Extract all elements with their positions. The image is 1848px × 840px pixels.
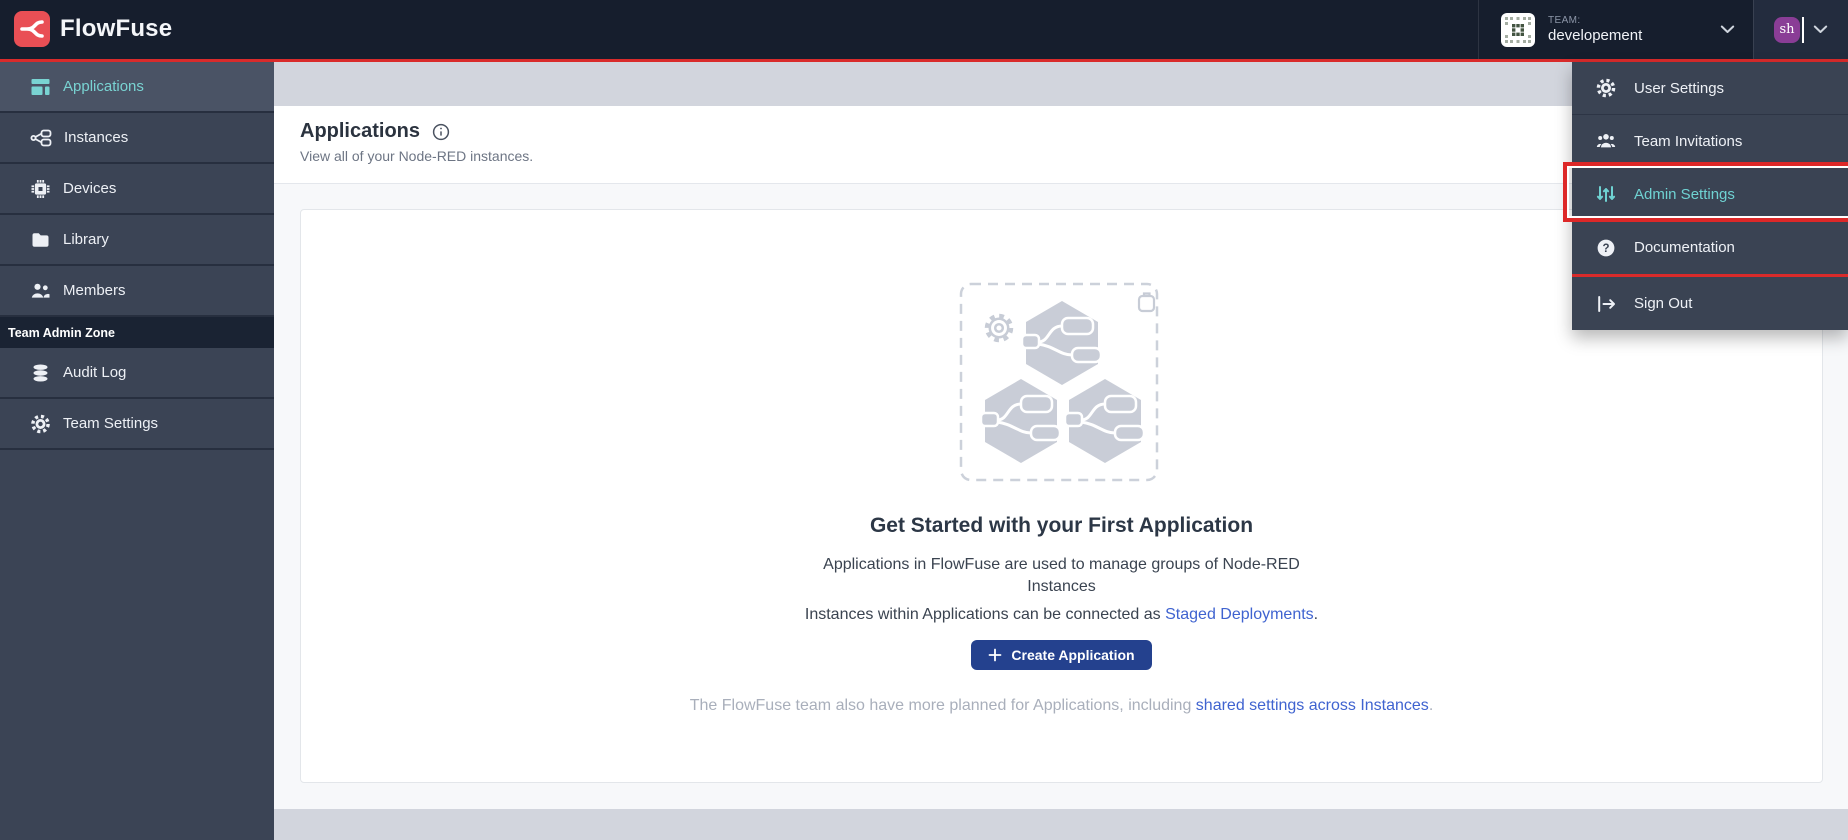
menu-item-team-invitations[interactable]: Team Invitations <box>1572 115 1848 168</box>
chip-icon <box>30 179 51 199</box>
menu-item-label: Admin Settings <box>1634 186 1735 203</box>
menu-item-label: Documentation <box>1634 239 1735 256</box>
sidebar-item-label: Instances <box>64 129 128 146</box>
app-root: FlowFuse <box>0 0 1848 840</box>
sidebar-item-applications[interactable]: Applications <box>0 62 274 113</box>
menu-item-user-settings[interactable]: User Settings <box>1572 62 1848 115</box>
user-dropdown-menu: User Settings Team Invitations <box>1572 62 1848 330</box>
template-icon <box>30 77 51 97</box>
gear-icon <box>30 414 51 434</box>
flowfuse-logo-icon <box>14 11 50 47</box>
menu-item-label: Team Invitations <box>1634 133 1742 150</box>
sidebar-item-label: Members <box>63 282 126 299</box>
page-title: Applications <box>300 120 420 143</box>
empty-state-footer: The FlowFuse team also have more planned… <box>301 697 1822 715</box>
team-name: developement <box>1548 27 1642 44</box>
brand-name: FlowFuse <box>60 15 172 43</box>
adjustments-icon <box>1596 184 1616 204</box>
question-circle-icon: ? <box>1596 238 1616 258</box>
brand-home-link[interactable]: FlowFuse <box>14 11 172 47</box>
chevron-down-icon <box>1720 25 1735 34</box>
team-label: TEAM: <box>1548 15 1642 27</box>
staged-deployments-link[interactable]: Staged Deployments <box>1165 606 1314 623</box>
sidebar-item-devices[interactable]: Devices <box>0 164 274 215</box>
sidebar-item-label: Team Settings <box>63 415 158 432</box>
menu-item-label: Sign Out <box>1634 295 1692 312</box>
shared-settings-link[interactable]: shared settings across Instances <box>1196 697 1429 714</box>
team-selector[interactable]: TEAM: developement <box>1478 0 1753 59</box>
folder-icon <box>30 230 51 250</box>
logout-icon <box>1596 294 1616 314</box>
empty-state-heading: Get Started with your First Application <box>301 514 1822 538</box>
plus-icon <box>988 648 1002 662</box>
menu-item-sign-out[interactable]: Sign Out <box>1572 277 1848 330</box>
chevron-down-icon <box>1813 25 1828 34</box>
menu-item-admin-settings[interactable]: Admin Settings <box>1572 168 1848 221</box>
sidebar-nav: Applications Instances <box>0 62 274 840</box>
text-caret <box>1802 17 1804 43</box>
flow-nodes-icon <box>30 128 52 148</box>
content-bottom-band <box>274 809 1848 840</box>
menu-item-label: User Settings <box>1634 80 1724 97</box>
sidebar-item-label: Audit Log <box>63 364 126 381</box>
sidebar-item-team-settings[interactable]: Team Settings <box>0 399 274 450</box>
sidebar-item-label: Applications <box>63 78 144 95</box>
sidebar-item-library[interactable]: Library <box>0 215 274 266</box>
sidebar-item-instances[interactable]: Instances <box>0 113 274 164</box>
accent-divider <box>0 59 1848 62</box>
menu-item-documentation[interactable]: ? Documentation <box>1572 221 1848 274</box>
create-application-button[interactable]: Create Application <box>971 640 1151 670</box>
users-group-icon <box>1596 131 1616 151</box>
sidebar-item-members[interactable]: Members <box>0 266 274 317</box>
user-avatar: sh <box>1774 17 1800 43</box>
team-admin-zone-label: Team Admin Zone <box>0 317 274 348</box>
database-icon <box>30 363 51 383</box>
users-icon <box>30 281 51 301</box>
user-menu-trigger[interactable]: sh <box>1753 0 1848 59</box>
applications-illustration <box>959 282 1165 482</box>
create-application-label: Create Application <box>1011 647 1134 663</box>
sidebar-item-label: Library <box>63 231 109 248</box>
empty-state-connect-line: Instances within Applications can be con… <box>301 606 1822 624</box>
gear-icon <box>1596 78 1616 98</box>
svg-text:?: ? <box>1602 243 1609 255</box>
sidebar-item-label: Devices <box>63 180 116 197</box>
info-icon[interactable] <box>432 123 450 141</box>
top-navbar: FlowFuse <box>0 0 1848 59</box>
team-identicon <box>1501 13 1535 47</box>
sidebar-item-audit-log[interactable]: Audit Log <box>0 348 274 399</box>
empty-state-description: Applications in FlowFuse are used to man… <box>301 554 1822 598</box>
